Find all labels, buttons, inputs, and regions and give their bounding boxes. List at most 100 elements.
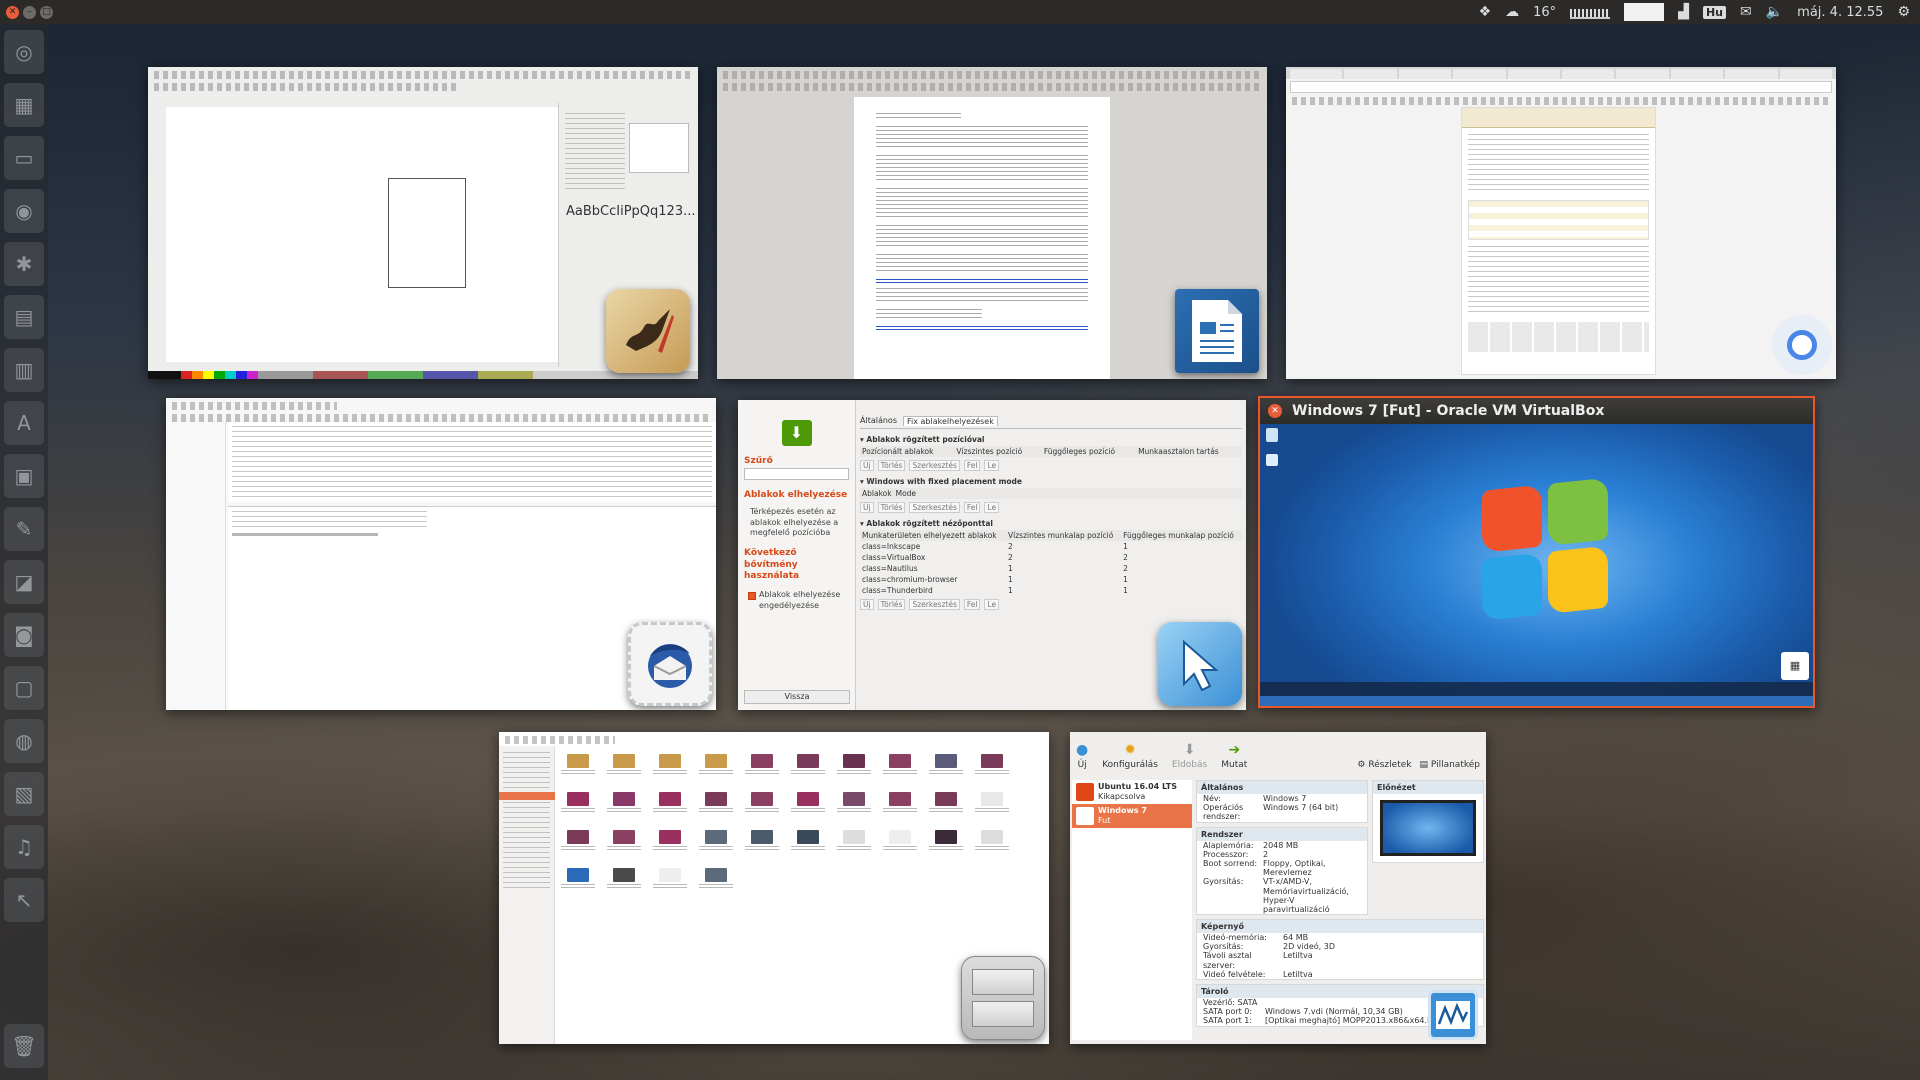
file-item[interactable] (837, 754, 871, 782)
file-item[interactable] (791, 754, 825, 782)
pointer-icon[interactable]: ↖ (4, 878, 44, 922)
terminal-icon[interactable]: ▣ (4, 454, 44, 498)
file-item[interactable] (699, 792, 733, 820)
vm-titlebar[interactable]: ✕ Windows 7 [Fut] - Oracle VM VirtualBox (1260, 398, 1813, 424)
table-row[interactable]: class=Thunderbird 1 1 (860, 585, 1242, 596)
maximize-icon[interactable]: □ (40, 5, 53, 19)
file-item[interactable] (745, 792, 779, 820)
table-row[interactable]: class=Nautilus 1 2 (860, 563, 1242, 574)
window-nautilus[interactable] (499, 732, 1049, 1044)
windows7-taskbar[interactable] (1260, 682, 1813, 696)
table-row[interactable]: class=Inkscape 2 1 (860, 541, 1242, 552)
software-center-icon[interactable]: A (4, 401, 44, 445)
music-icon[interactable]: ♫ (4, 825, 44, 869)
placement-mode-table[interactable]: Ablakok Mode (860, 488, 1242, 499)
new-button[interactable]: Új (860, 599, 874, 610)
up-button[interactable]: Fel (963, 502, 981, 513)
spreadsheet-icon[interactable]: ▥ (4, 348, 44, 392)
file-item[interactable] (653, 792, 687, 820)
file-item[interactable] (607, 868, 641, 896)
window-ccsm-placement[interactable]: ⬇ Szűrő Ablakok elhelyezése Térképezés e… (738, 400, 1246, 710)
down-button[interactable]: Le (984, 460, 1000, 471)
file-item[interactable] (561, 830, 595, 858)
file-item[interactable] (791, 830, 825, 858)
camera-icon[interactable]: ◙ (4, 613, 44, 657)
vm-list[interactable]: Ubuntu 16.04 LTS Kikapcsolva Windows 7 F… (1072, 780, 1192, 1040)
volume-icon[interactable]: 🔈 (1766, 4, 1783, 20)
system-monitor-graph[interactable] (1570, 5, 1611, 19)
settings-icon[interactable]: ✱ (4, 242, 44, 286)
desktop-shortcut-icon[interactable] (1266, 454, 1278, 466)
weather-icon[interactable]: ☁ (1505, 4, 1519, 20)
delete-button[interactable]: Törlés (877, 599, 906, 610)
window-inkscape[interactable]: AaBbCcIiPpQq123... (148, 67, 698, 379)
file-item[interactable] (653, 754, 687, 782)
close-icon[interactable]: ✕ (6, 5, 19, 19)
window-virtualbox-vm[interactable]: ✕ Windows 7 [Fut] - Oracle VM VirtualBox… (1258, 396, 1815, 708)
new-vm-button[interactable]: ● Új (1076, 742, 1088, 770)
nautilus-sidebar[interactable] (499, 746, 555, 1044)
gear-icon[interactable]: ⚙ (1897, 4, 1910, 20)
inkscape-rectangle[interactable] (388, 178, 466, 288)
file-item[interactable] (561, 868, 595, 896)
draw-icon[interactable]: ✎ (4, 507, 44, 551)
file-item[interactable] (791, 792, 825, 820)
file-item[interactable] (561, 754, 595, 782)
down-button[interactable]: Le (984, 502, 1000, 513)
show-button[interactable]: ➔ Mutat (1221, 742, 1247, 770)
window-virtualbox-manager[interactable]: ● Új ✹ Konfigurálás ⬇ Eldobás ➔ Mutat ⚙ Rész… (1070, 732, 1486, 1044)
table-row[interactable]: class=VirtualBox 2 2 (860, 552, 1242, 563)
window-chromium[interactable] (1286, 67, 1836, 379)
delete-button[interactable]: Törlés (877, 460, 906, 471)
window-thunderbird[interactable] (166, 398, 716, 710)
file-item[interactable] (837, 792, 871, 820)
file-item[interactable] (745, 754, 779, 782)
file-item[interactable] (975, 754, 1009, 782)
file-item[interactable] (975, 830, 1009, 858)
file-item[interactable] (929, 754, 963, 782)
file-item[interactable] (699, 754, 733, 782)
file-item[interactable] (699, 830, 733, 858)
tab-fixed-placement[interactable]: Fix ablakelhelyezések (903, 416, 998, 426)
system-monitor-box[interactable] (1624, 3, 1665, 21)
web-page-content[interactable] (1461, 107, 1656, 375)
clock[interactable]: máj. 4. 12.55 (1797, 5, 1883, 20)
files-icon[interactable]: ▭ (4, 136, 44, 180)
virtualbox-icon[interactable]: ▧ (4, 772, 44, 816)
file-item[interactable] (607, 754, 641, 782)
windows7-desktop[interactable]: ▦ (1260, 424, 1813, 696)
dash-icon[interactable]: ◎ (4, 30, 44, 74)
file-item[interactable] (699, 868, 733, 896)
edit-button[interactable]: Szerkesztés (909, 502, 960, 513)
file-item[interactable] (975, 792, 1009, 820)
minimize-icon[interactable]: – (23, 5, 36, 19)
close-icon[interactable]: ✕ (1268, 404, 1282, 418)
writer-document-page[interactable] (854, 97, 1110, 379)
file-item[interactable] (745, 830, 779, 858)
up-button[interactable]: Fel (963, 599, 981, 610)
fixed-viewport-table[interactable]: Munkaterületen elhelyezett ablakok Vízsz… (860, 530, 1242, 596)
calendar-icon[interactable]: ▦ (4, 83, 44, 127)
network-icon[interactable]: ▟ (1678, 4, 1689, 20)
file-item[interactable] (883, 754, 917, 782)
message-list[interactable] (228, 422, 716, 502)
file-item[interactable] (929, 792, 963, 820)
file-grid[interactable] (561, 754, 1041, 896)
fixed-position-table[interactable]: Pozícionált ablakok Vízszintes pozíció F… (860, 446, 1242, 457)
edit-button[interactable]: Szerkesztés (909, 460, 960, 471)
details-button[interactable]: ⚙ Részletek (1357, 760, 1411, 770)
file-item[interactable] (607, 830, 641, 858)
monitor-icon[interactable]: ▢ (4, 666, 44, 710)
discard-button[interactable]: ⬇ Eldobás (1172, 742, 1207, 770)
window-libreoffice-writer[interactable] (717, 67, 1267, 379)
file-item[interactable] (561, 792, 595, 820)
file-item[interactable] (883, 830, 917, 858)
enable-checkbox[interactable] (748, 592, 756, 601)
folder-pane[interactable] (166, 422, 226, 710)
table-row[interactable]: class=chromium-browser 1 1 (860, 574, 1242, 585)
browser-tabs[interactable] (1286, 67, 1836, 79)
keyboard-layout-indicator[interactable]: Hu (1702, 5, 1726, 19)
settings-button[interactable]: ✹ Konfigurálás (1102, 742, 1158, 770)
mail-icon[interactable]: ✉ (1740, 4, 1752, 20)
file-item[interactable] (653, 830, 687, 858)
